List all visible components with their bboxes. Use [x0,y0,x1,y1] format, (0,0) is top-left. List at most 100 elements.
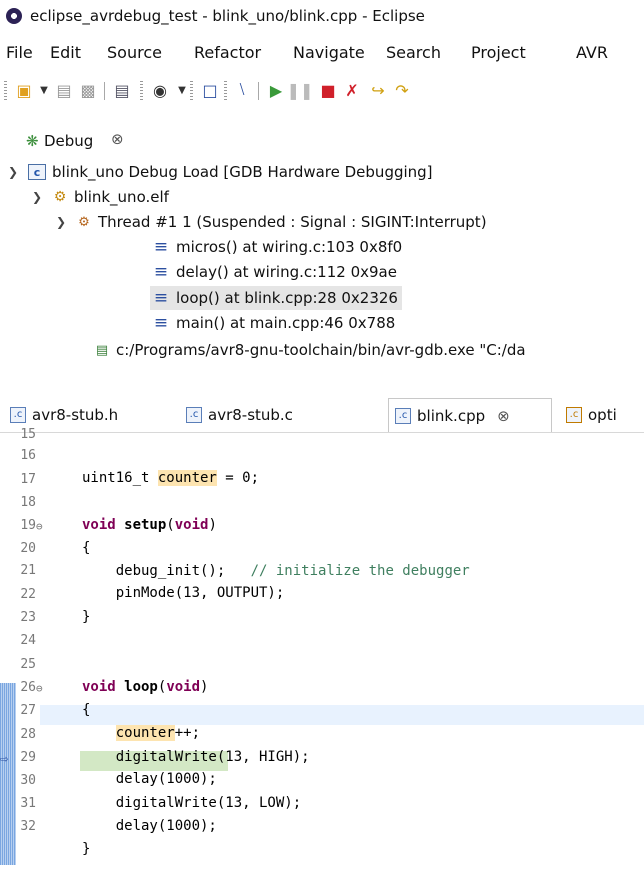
debug-tree: ❯ c blink_uno Debug Load [GDB Hardware D… [0,158,644,386]
code-token: = 0; [216,470,260,486]
new-icon[interactable]: ▣ [14,80,34,100]
menu-refactor[interactable]: Refactor [194,43,261,62]
editor-tab-avr8-stub-c[interactable]: .c avr8-stub.c [186,398,293,431]
code-token: setup [115,517,167,533]
resume-icon[interactable]: ▶ [266,80,286,100]
menu-source[interactable]: Source [107,43,162,62]
menu-avr[interactable]: AVR [576,43,608,62]
close-icon[interactable]: ⊗ [111,130,124,148]
stack-frame-label: delay() at wiring.c:112 0x9ae [176,263,397,281]
toolbar-separator [104,82,105,100]
line-number: 18 [20,495,36,510]
line-number: 21 [20,563,36,578]
code-editor[interactable]: ⇨ 15 16 17 18 19 20 21 22 23 24 25 26 27… [0,427,644,869]
menu-bar: File Edit Source Refactor Navigate Searc… [0,38,644,66]
menu-search[interactable]: Search [386,43,441,62]
elf-binary-icon: ⚙ [53,189,67,205]
toolbar-grip[interactable] [140,81,143,101]
editor-tab-opti[interactable]: .c opti [566,398,617,431]
code-token: ( [166,517,175,533]
tree-item-thread[interactable]: ❯ ⚙ Thread #1 1 (Suspended : Signal : SI… [56,210,487,234]
tree-item-label: Thread #1 1 (Suspended : Signal : SIGINT… [98,213,487,231]
skip-breakpoints-icon[interactable]: ⧵ [232,80,252,100]
cpp-file-icon: .c [395,407,411,424]
new-dropdown-icon[interactable]: ▼ [34,80,54,100]
fold-collapse-icon[interactable]: ⊖ [36,682,43,695]
stack-frame-icon: ≡ [153,288,169,308]
code-line: } [82,841,91,857]
code-line: { [82,540,91,556]
tree-item-launch[interactable]: ❯ c blink_uno Debug Load [GDB Hardware D… [8,160,433,184]
code-line: pinMode(13, OUTPUT); [82,585,285,601]
code-line: delay(1000); [82,818,217,834]
disconnect-icon[interactable]: ✗ [342,80,362,100]
code-line: digitalWrite(13, LOW); [82,795,302,811]
tree-item-gdb-process[interactable]: ▤ c:/Programs/avr8-gnu-toolchain/bin/avr… [94,338,526,362]
line-number: 25 [20,657,36,672]
code-token: ) [200,679,209,695]
chevron-down-icon[interactable]: ❯ [8,165,20,179]
line-number: 28 [20,727,36,742]
line-number: 22 [20,587,36,602]
suspend-icon[interactable]: ❚❚ [287,80,314,100]
line-number: 32 [20,819,36,834]
toolbar-grip[interactable] [190,81,193,101]
editor-tab-bar: .c avr8-stub.h .c avr8-stub.c .c blink.c… [0,398,644,433]
debug-config-icon[interactable]: ◉ [150,80,170,100]
debug-config-dropdown-icon[interactable]: ▼ [172,80,192,100]
build-icon[interactable]: ▤ [112,80,132,100]
console-icon[interactable]: □ [200,80,220,100]
toolbar-grip[interactable] [4,81,7,101]
step-into-icon[interactable]: ↪ [368,80,388,100]
code-token: void [82,517,116,533]
toolbar-separator [258,82,259,100]
save-icon[interactable]: ▤ [54,80,74,100]
step-over-icon[interactable]: ↷ [392,80,412,100]
line-number: 26 [20,680,36,695]
line-number: 31 [20,796,36,811]
thread-icon: ⚙ [78,214,90,230]
tree-item-label: blink_uno.elf [74,188,169,206]
line-number: 30 [20,773,36,788]
stack-frame-micros[interactable]: ≡ micros() at wiring.c:103 0x8f0 [152,235,402,259]
tree-item-label: c:/Programs/avr8-gnu-toolchain/bin/avr-g… [116,341,526,359]
code-token: void [166,679,201,695]
toolbar-grip[interactable] [224,81,227,101]
save-all-icon[interactable]: ▩ [78,80,98,100]
stack-frame-icon: ≡ [153,262,169,282]
code-token: counter [115,725,175,741]
menu-navigate[interactable]: Navigate [293,43,365,62]
line-number: 17 [20,472,36,487]
code-line: void loop(void) [82,679,208,695]
stack-frame-label: main() at main.cpp:46 0x788 [176,314,396,332]
code-token: void [82,679,116,695]
code-token: loop [115,679,158,695]
stack-frame-loop-selected[interactable]: ≡ loop() at blink.cpp:28 0x2326 [150,286,402,310]
stack-frame-label: micros() at wiring.c:103 0x8f0 [176,238,403,256]
code-line: counter++; [82,725,200,741]
fold-collapse-icon[interactable]: ⊖ [36,520,43,533]
tab-label: avr8-stub.h [32,405,119,424]
tree-item-elf[interactable]: ❯ ⚙ blink_uno.elf [32,185,169,209]
line-number: 20 [20,541,36,556]
code-line: delay(1000); [82,771,217,787]
debug-view-tab[interactable]: ❋ Debug ⊗ [0,126,644,156]
close-icon[interactable]: ⊗ [497,407,510,425]
line-number: 27 [20,703,36,718]
tab-label: blink.cpp [417,406,486,425]
menu-file[interactable]: File [6,43,33,62]
menu-edit[interactable]: Edit [50,43,81,62]
eclipse-logo-icon [6,8,22,24]
chevron-down-icon[interactable]: ❯ [32,190,44,204]
code-token: uint16_t [82,470,158,486]
stack-frame-delay[interactable]: ≡ delay() at wiring.c:112 0x9ae [152,260,397,284]
editor-tab-blink-cpp[interactable]: .c blink.cpp ⊗ [388,398,552,432]
stack-frame-main[interactable]: ≡ main() at main.cpp:46 0x788 [152,311,395,335]
terminate-icon[interactable]: ■ [318,80,338,100]
main-toolbar: ▣ ▼ ▤ ▩ ▤ ◉ ▼ □ ⧵ ▶ ❚❚ ■ ✗ ↪ ↷ [0,74,644,108]
window-title: eclipse_avrdebug_test - blink_uno/blink.… [30,7,425,25]
menu-project[interactable]: Project [471,43,526,62]
code-line: void setup(void) [82,517,217,533]
debug-tab-label: Debug [44,132,94,150]
chevron-down-icon[interactable]: ❯ [56,215,68,229]
